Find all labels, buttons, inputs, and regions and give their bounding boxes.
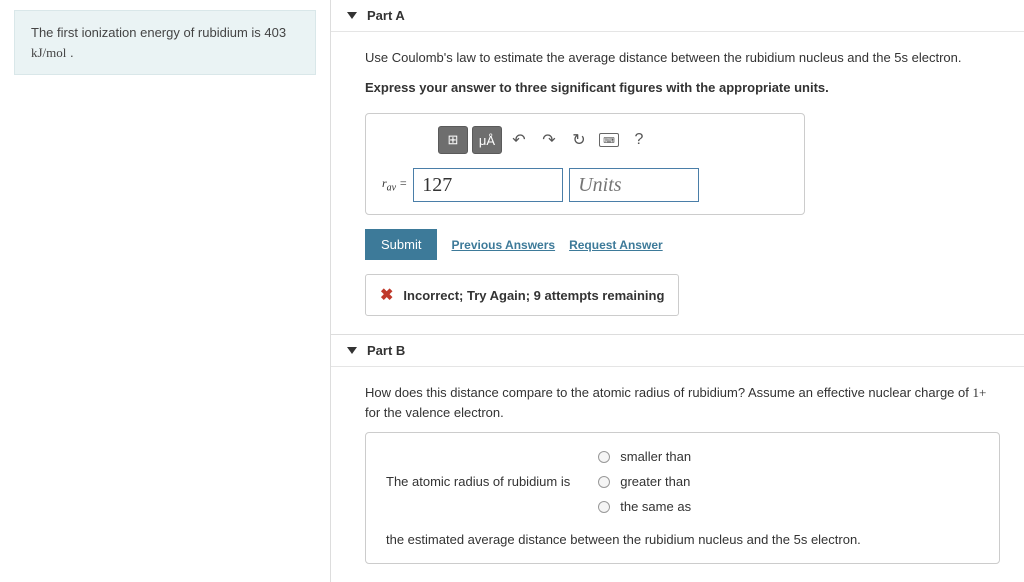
reset-icon[interactable]: ↻ bbox=[566, 126, 592, 154]
undo-icon[interactable]: ↶ bbox=[506, 126, 532, 154]
radio-smaller[interactable] bbox=[598, 451, 610, 463]
keyboard-icon[interactable]: ⌨ bbox=[596, 126, 622, 154]
help-icon[interactable]: ? bbox=[626, 126, 652, 154]
option-same[interactable]: the same as bbox=[598, 499, 691, 514]
variable-label: rav = bbox=[382, 176, 407, 193]
feedback-box: ✖ Incorrect; Try Again; 9 attempts remai… bbox=[365, 274, 679, 316]
request-answer-link[interactable]: Request Answer bbox=[569, 238, 663, 252]
units-picker-button[interactable]: μÅ bbox=[472, 126, 502, 154]
caret-down-icon bbox=[347, 347, 357, 354]
caret-down-icon bbox=[347, 12, 357, 19]
info-unit: kJ/mol bbox=[31, 45, 66, 60]
templates-button[interactable]: ⊞ bbox=[438, 126, 468, 154]
answer-box: ⊞ μÅ ↶ ↷ ↻ ⌨ ? rav = bbox=[365, 113, 805, 215]
option-smaller[interactable]: smaller than bbox=[598, 449, 691, 464]
part-b-header[interactable]: Part B bbox=[331, 335, 1024, 367]
problem-info-box: The first ionization energy of rubidium … bbox=[14, 10, 316, 75]
part-a-instruction: Use Coulomb's law to estimate the averag… bbox=[365, 48, 1000, 68]
incorrect-icon: ✖ bbox=[380, 285, 393, 305]
previous-answers-link[interactable]: Previous Answers bbox=[451, 238, 555, 252]
answer-toolbar: ⊞ μÅ ↶ ↷ ↻ ⌨ ? bbox=[438, 126, 788, 154]
redo-icon[interactable]: ↷ bbox=[536, 126, 562, 154]
part-b-title: Part B bbox=[367, 343, 405, 358]
part-a-title: Part A bbox=[367, 8, 405, 23]
radio-options: smaller than greater than the same as bbox=[598, 449, 691, 514]
info-text-end: . bbox=[66, 45, 73, 60]
part-a-header[interactable]: Part A bbox=[331, 0, 1024, 32]
submit-button[interactable]: Submit bbox=[365, 229, 437, 260]
feedback-text: Incorrect; Try Again; 9 attempts remaini… bbox=[403, 288, 664, 303]
value-input[interactable] bbox=[413, 168, 563, 202]
info-text: The first ionization energy of rubidium … bbox=[31, 25, 286, 40]
radio-same[interactable] bbox=[598, 501, 610, 513]
part-b-answer-box: The atomic radius of rubidium is smaller… bbox=[365, 432, 1000, 564]
trail-text: the estimated average distance between t… bbox=[386, 532, 979, 547]
option-greater[interactable]: greater than bbox=[598, 474, 691, 489]
lead-text: The atomic radius of rubidium is bbox=[386, 474, 570, 489]
part-a-express: Express your answer to three significant… bbox=[365, 78, 1000, 98]
units-input[interactable] bbox=[569, 168, 699, 202]
part-b-instruction: How does this distance compare to the at… bbox=[365, 383, 1000, 422]
radio-greater[interactable] bbox=[598, 476, 610, 488]
